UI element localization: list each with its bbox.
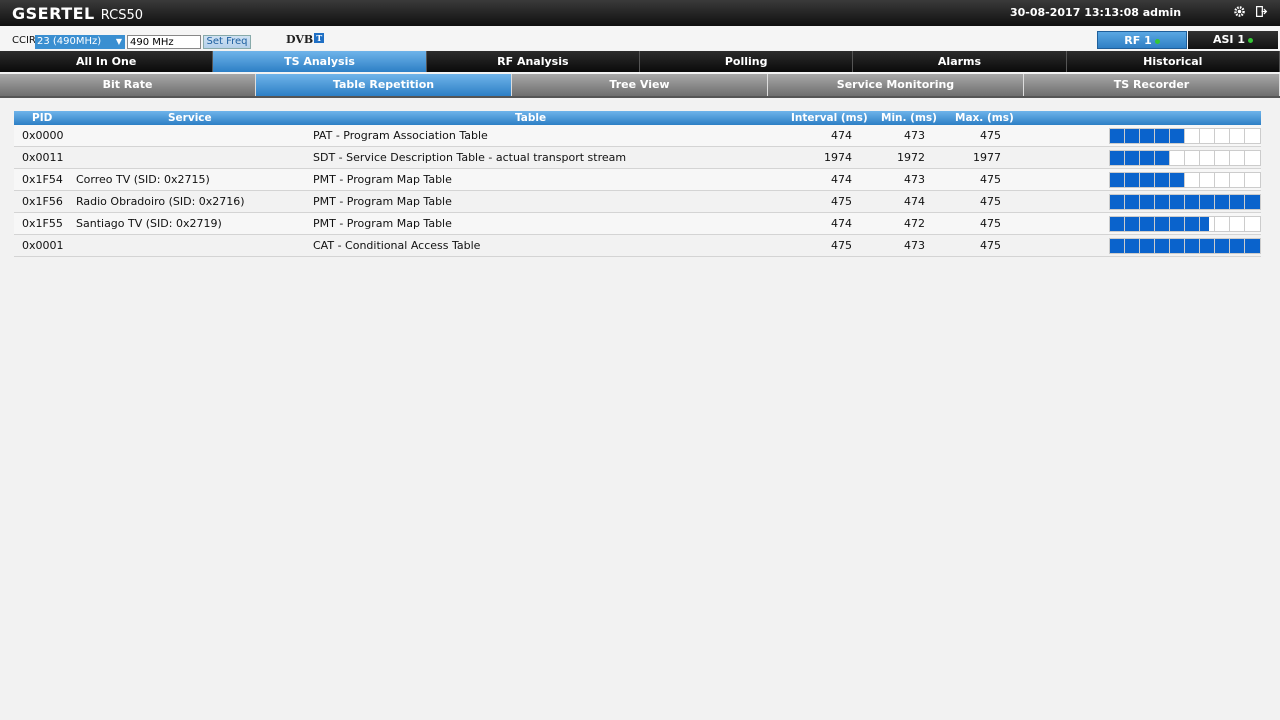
brand-name: GSERTEL [12,3,95,23]
gear-icon[interactable] [1232,5,1246,19]
tab-alarms[interactable]: Alarms [853,51,1067,72]
bar-segment [1110,195,1245,209]
status-dot-icon [1154,38,1160,44]
status-dot-icon [1248,37,1253,43]
interval-cell: 1974 [824,151,852,164]
table-row[interactable]: 0x1F54 Correo TV (SID: 0x2715) PMT - Progr… [14,169,1261,191]
pid-cell: 0x1F56 [22,195,63,208]
pid-cell: 0x1F55 [22,217,63,230]
repetition-level-bar [1109,238,1261,254]
interval-cell: 475 [831,239,852,252]
table-name-cell: PMT - Program Map Table [313,217,452,230]
bar-segment [1110,173,1245,187]
datetime-user: 30-08-2017 13:13:08 admin [1010,6,1182,19]
divider [0,96,1280,98]
interval-cell: 474 [831,173,852,186]
col-header-interval: Interval (ms) [791,112,868,124]
frequency-input[interactable] [127,35,201,49]
service-cell: Santiago TV (SID: 0x2719) [76,217,222,230]
chevron-down-icon: ▼ [115,37,122,46]
dvb-logo-text: DVB [286,33,314,46]
subtab-table-repetition[interactable]: Table Repetition [256,74,512,96]
subtab-ts-recorder[interactable]: TS Recorder [1024,74,1280,96]
logout-icon[interactable] [1254,5,1268,19]
repetition-level-bar [1109,150,1261,166]
table-name-cell: CAT - Conditional Access Table [313,239,481,252]
table-row[interactable]: 0x0011 SDT - Service Description Table - … [14,147,1261,169]
subtab-service-monitoring[interactable]: Service Monitoring [768,74,1024,96]
max-cell: 475 [980,173,1001,186]
table-row[interactable]: 0x1F55 Santiago TV (SID: 0x2719) PMT - Pro… [14,213,1261,235]
rf-input-button[interactable]: RF 1 [1097,31,1187,49]
max-cell: 475 [980,239,1001,252]
table-row[interactable]: 0x0000 PAT - Program Association Table 474… [14,125,1261,147]
pid-cell: 0x0000 [22,129,64,142]
table-body: 0x0000 PAT - Program Association Table 474… [14,125,1261,257]
tab-all-in-one[interactable]: All In One [0,51,214,72]
device-model: RCS50 [100,7,143,23]
main-tabs: All In One TS Analysis RF Analysis Polli… [0,51,1280,72]
ccir-label: CCIR [12,35,36,46]
bar-segment [1110,129,1245,143]
top-icons [1232,5,1268,19]
interval-cell: 474 [831,217,852,230]
col-header-max: Max. (ms) [955,112,1014,124]
table-header: PID Service Table Interval (ms) Min. (ms… [14,111,1261,125]
repetition-level-bar [1109,216,1261,232]
top-bar: GSERTEL RCS50 30-08-2017 13:13:08 admin [0,0,1280,26]
max-cell: 475 [980,129,1001,142]
service-cell: Correo TV (SID: 0x2715) [76,173,210,186]
set-freq-button[interactable]: Set Freq [203,35,251,49]
min-cell: 473 [904,173,925,186]
tab-rf-analysis[interactable]: RF Analysis [426,51,640,72]
repetition-level-bar [1109,194,1261,210]
brand: GSERTEL RCS50 [12,4,143,23]
table-name-cell: PMT - Program Map Table [313,195,452,208]
repetition-level-bar [1109,128,1261,144]
min-cell: 473 [904,129,925,142]
interval-cell: 474 [831,129,852,142]
table-name-cell: SDT - Service Description Table - actual… [313,151,627,164]
table-row[interactable]: 0x1F56 Radio Obradoiro (SID: 0x2716) PMT -… [14,191,1261,213]
dvb-t-logo: DVB T [286,33,325,46]
min-cell: 1972 [897,151,925,164]
tab-ts-analysis[interactable]: TS Analysis [213,51,427,72]
max-cell: 475 [980,195,1001,208]
asi-input-label: ASI 1 [1212,33,1245,46]
min-cell: 474 [904,195,925,208]
col-header-table: Table [515,112,547,124]
interval-cell: 475 [831,195,852,208]
max-cell: 1977 [973,151,1001,164]
pid-cell: 0x0001 [22,239,64,252]
ccir-channel-select[interactable]: 23 (490MHz) ▼ [35,35,125,49]
table-repetition-table: PID Service Table Interval (ms) Min. (ms… [14,111,1261,257]
dvb-logo-badge: T [314,33,325,43]
subtab-tree-view[interactable]: Tree View [512,74,768,96]
asi-input-button[interactable]: ASI 1 [1188,31,1278,49]
repetition-level-bar [1109,172,1261,188]
control-row: CCIR 23 (490MHz) ▼ Set Freq DVBT [0,26,1280,50]
col-header-pid: PID [32,112,53,124]
bar-segment [1110,151,1245,165]
pid-cell: 0x1F54 [22,173,63,186]
sub-tabs: Bit Rate Table Repetition Tree View Serv… [0,74,1280,96]
min-cell: 472 [904,217,925,230]
service-cell: Radio Obradoiro (SID: 0x2716) [76,195,245,208]
min-cell: 473 [904,239,925,252]
table-name-cell: PMT - Program Map Table [313,173,452,186]
table-name-cell: PAT - Program Association Table [313,129,488,142]
ccir-selected-value: 23 (490MHz) [37,36,102,47]
tab-polling[interactable]: Polling [639,51,854,72]
subtab-bit-rate[interactable]: Bit Rate [0,74,256,96]
table-row[interactable]: 0x0001 CAT - Conditional Access Table 475 4… [14,235,1261,257]
col-header-min: Min. (ms) [881,112,937,124]
bar-segment [1110,239,1245,253]
col-header-service: Service [168,112,212,124]
max-cell: 475 [980,217,1001,230]
pid-cell: 0x0011 [22,151,64,164]
bar-segment [1110,217,1245,231]
rf-input-label: RF 1 [1124,34,1152,47]
tab-historical[interactable]: Historical [1066,51,1280,72]
